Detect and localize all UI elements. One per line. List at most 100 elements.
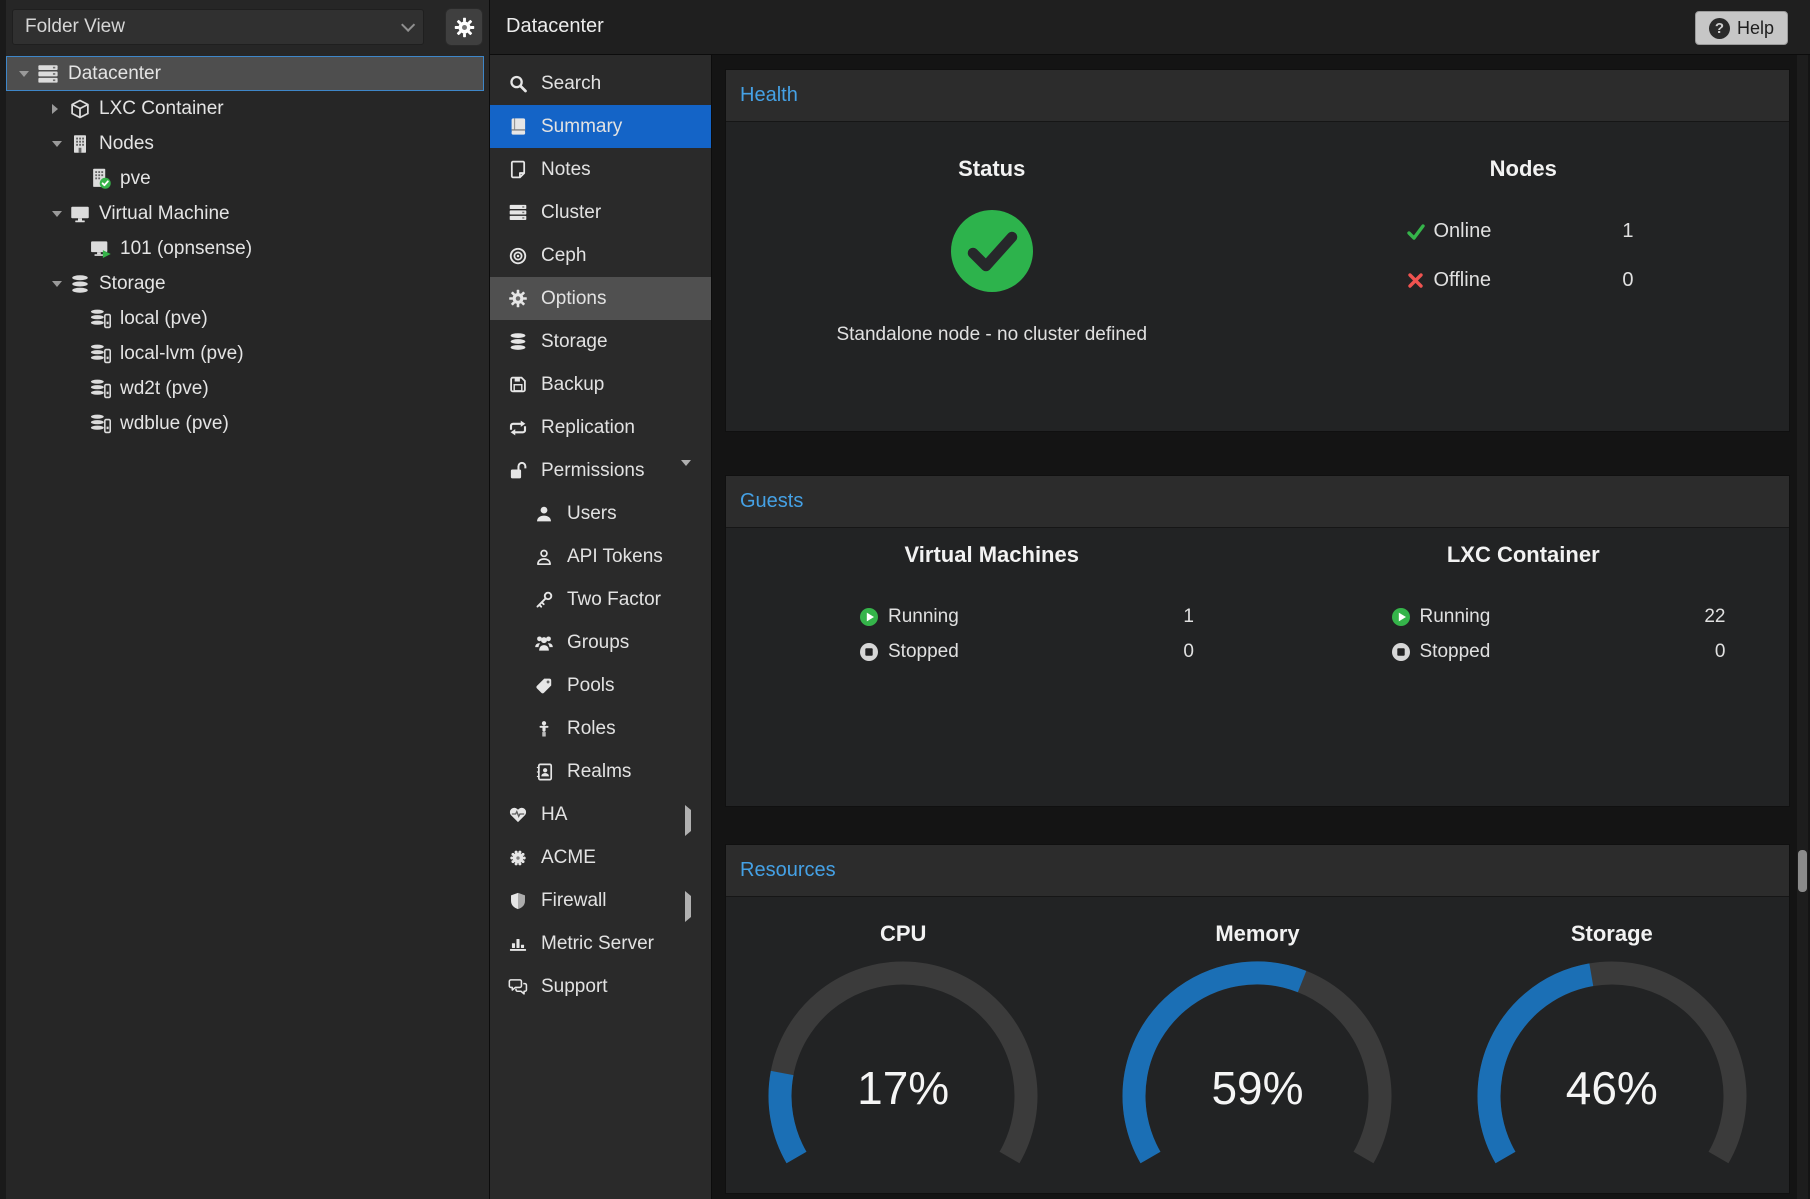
menu-item-label: Support (541, 976, 608, 998)
menu-item-label: Users (567, 503, 617, 525)
menu-item-label: Groups (567, 632, 629, 654)
status-ok-icon (726, 208, 1258, 294)
menu-item-label: Replication (541, 417, 635, 439)
tree-item-pve[interactable]: pve (6, 161, 484, 196)
tree-item-label: local (pve) (120, 308, 208, 330)
tree-item-storage-wdblue[interactable]: wdblue (pve) (6, 406, 484, 441)
caret-down-icon[interactable] (52, 141, 70, 147)
resource-tree-sidebar: Folder View Datacenter LXC Container N (0, 0, 490, 1199)
menu-item-groups[interactable]: Groups (490, 621, 711, 664)
vm-stopped-label: Stopped (888, 641, 959, 663)
tree-item-virtual-machine[interactable]: Virtual Machine (6, 196, 484, 231)
menu-item-summary[interactable]: Summary (490, 105, 711, 148)
menu-item-replication[interactable]: Replication (490, 406, 711, 449)
menu-item-firewall[interactable]: Firewall (490, 879, 711, 922)
collapse-caret-icon[interactable] (681, 466, 691, 488)
menu-item-label: API Tokens (567, 546, 663, 568)
play-circle-icon (1391, 607, 1411, 627)
tree-item-label: pve (120, 168, 151, 190)
tag-icon (534, 677, 554, 695)
vm-heading: Virtual Machines (726, 542, 1258, 568)
menu-item-search[interactable]: Search (490, 62, 711, 105)
health-panel: Health Status Standalone node - no clust… (725, 69, 1790, 432)
menu-item-ceph[interactable]: Ceph (490, 234, 711, 277)
menu-item-permissions[interactable]: Permissions (490, 449, 711, 492)
tree-item-vm-101[interactable]: 101 (opnsense) (6, 231, 484, 266)
tree-item-label: Datacenter (68, 63, 161, 85)
lxc-running-row: Running 22 (1391, 606, 1726, 628)
status-heading: Status (726, 156, 1258, 182)
expand-caret-icon[interactable] (685, 896, 691, 918)
storage-heading: Storage (1571, 921, 1653, 947)
tree-item-datacenter[interactable]: Datacenter (6, 56, 484, 91)
menu-item-label: Notes (541, 159, 591, 181)
resources-panel-header: Resources (726, 845, 1789, 897)
gear-icon (454, 17, 475, 38)
content-topbar: Datacenter ? Help (490, 0, 1810, 55)
menu-item-cluster[interactable]: Cluster (490, 191, 711, 234)
menu-item-acme[interactable]: ACME (490, 836, 711, 879)
lxc-stopped-value: 0 (1715, 641, 1726, 663)
person-icon (534, 720, 554, 738)
memory-gauge-column: Memory 59% 9.11 GiB of 15.50 GiB (1080, 897, 1434, 1199)
caret-down-icon[interactable] (52, 281, 70, 287)
floppy-icon (508, 375, 528, 394)
menu-item-api-tokens[interactable]: API Tokens (490, 535, 711, 578)
menu-item-ha[interactable]: HA (490, 793, 711, 836)
memory-gauge: 59% (1107, 961, 1407, 1199)
heartbeat-icon (508, 805, 528, 824)
menu-item-realms[interactable]: Realms (490, 750, 711, 793)
menu-item-storage[interactable]: Storage (490, 320, 711, 363)
menu-item-label: Metric Server (541, 933, 654, 955)
unlock-icon (508, 461, 528, 480)
help-button[interactable]: ? Help (1695, 11, 1788, 45)
tree-item-label: local-lvm (pve) (120, 343, 244, 365)
tree-settings-button[interactable] (445, 8, 483, 46)
menu-item-metric-server[interactable]: Metric Server (490, 922, 711, 965)
nodes-heading: Nodes (1258, 156, 1790, 182)
search-icon (508, 74, 528, 93)
database-drive-icon (90, 378, 111, 399)
menu-item-notes[interactable]: Notes (490, 148, 711, 191)
menu-item-options[interactable]: Options (490, 277, 711, 320)
tree-item-nodes[interactable]: Nodes (6, 126, 484, 161)
menu-item-backup[interactable]: Backup (490, 363, 711, 406)
guests-panel-header: Guests (726, 476, 1789, 528)
menu-item-label: Storage (541, 331, 608, 353)
menu-item-support[interactable]: Support (490, 965, 711, 1008)
menu-item-label: Roles (567, 718, 616, 740)
users-group-icon (534, 633, 554, 652)
storage-gauge: 46% (1462, 961, 1762, 1199)
tree-item-storage-local[interactable]: local (pve) (6, 301, 484, 336)
vm-running-value: 1 (1183, 606, 1194, 628)
menu-item-pools[interactable]: Pools (490, 664, 711, 707)
caret-right-icon[interactable] (52, 104, 70, 114)
menu-item-two-factor[interactable]: Two Factor (490, 578, 711, 621)
tree-item-storage-wd2t[interactable]: wd2t (pve) (6, 371, 484, 406)
tree-item-storage[interactable]: Storage (6, 266, 484, 301)
health-panel-title: Health (740, 84, 798, 107)
cube-icon (70, 99, 90, 119)
tree-item-lxc-container[interactable]: LXC Container (6, 91, 484, 126)
expand-caret-icon[interactable] (685, 810, 691, 832)
user-icon (534, 505, 554, 523)
menu-item-label: HA (541, 804, 567, 826)
caret-down-icon[interactable] (52, 211, 70, 217)
vertical-scrollbar[interactable] (1797, 55, 1808, 1199)
view-selector-dropdown[interactable]: Folder View (12, 9, 424, 45)
caret-down-icon[interactable] (19, 71, 37, 77)
address-book-icon (534, 763, 554, 781)
menu-item-label: Pools (567, 675, 615, 697)
database-icon (508, 332, 528, 351)
vm-running-row: Running 1 (859, 606, 1194, 628)
tree-item-storage-local-lvm[interactable]: local-lvm (pve) (6, 336, 484, 371)
scrollbar-thumb[interactable] (1798, 850, 1807, 892)
cpu-heading: CPU (880, 921, 926, 947)
tree-item-label: wdblue (pve) (120, 413, 229, 435)
note-icon (508, 160, 528, 179)
health-nodes-column: Nodes Online 1 (1258, 122, 1790, 346)
menu-item-roles[interactable]: Roles (490, 707, 711, 750)
storage-percent: 46% (1462, 1061, 1762, 1115)
status-message: Standalone node - no cluster defined (726, 324, 1258, 346)
menu-item-users[interactable]: Users (490, 492, 711, 535)
